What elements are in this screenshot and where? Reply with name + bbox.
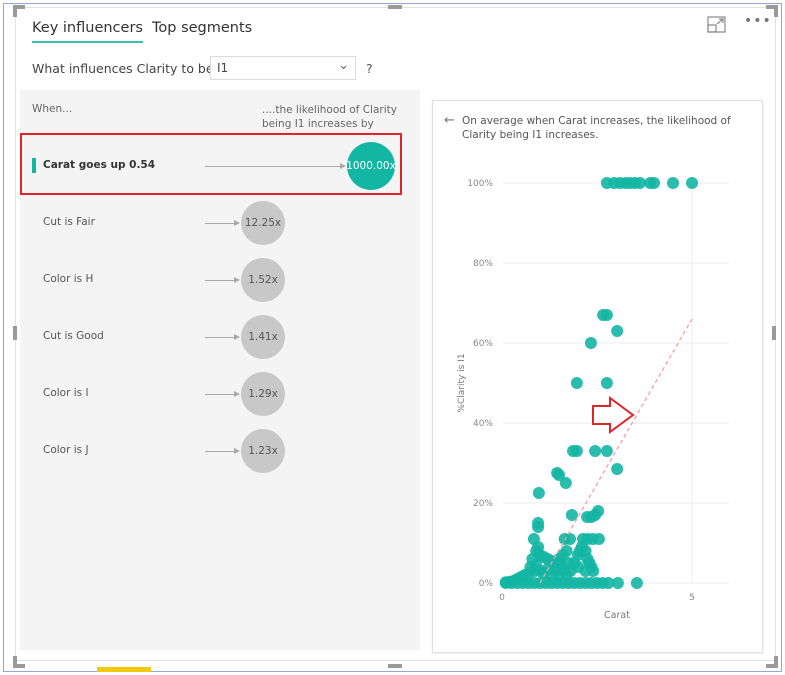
arrow-head-icon	[234, 334, 240, 340]
detail-description: On average when Carat increases, the lik…	[462, 115, 731, 141]
influencer-label: Cut is Good	[43, 330, 104, 342]
when-header: When...	[32, 103, 73, 115]
influencer-label: Cut is Fair	[43, 216, 95, 228]
likelihood-bubble: 1.41x	[241, 315, 285, 359]
y-tick-label: 20%	[473, 499, 493, 509]
focus-mode-icon[interactable]	[707, 16, 727, 34]
likelihood-bubble: 1.52x	[241, 258, 285, 302]
y-tick-label: 100%	[467, 179, 493, 189]
influencer-label: Color is H	[43, 273, 94, 285]
scatter-point	[630, 577, 643, 589]
resize-handle-right[interactable]	[772, 326, 776, 340]
influencer-label: Color is I	[43, 387, 89, 399]
x-tick-label: 0	[499, 593, 505, 603]
scatter-point	[600, 445, 613, 457]
y-axis-title: %Clarity is I1	[457, 353, 467, 412]
resize-handle-bottom-right[interactable]	[774, 656, 778, 668]
tab-key-influencers[interactable]: Key influencers	[32, 20, 143, 43]
arrow-line	[205, 394, 235, 395]
resize-handle-bottom[interactable]	[388, 664, 402, 668]
question-label: What influences Clarity to be	[32, 61, 214, 76]
influencer-row[interactable]: Color is H 1.52x	[0, 255, 420, 305]
y-tick-label: 60%	[473, 339, 493, 349]
arrow-line	[205, 280, 235, 281]
back-arrow-icon[interactable]: ←	[444, 113, 455, 128]
scatter-point	[568, 557, 581, 569]
highlight-box	[20, 133, 402, 195]
chevron-down-icon: ⌄	[338, 58, 349, 73]
resize-handle-top-right[interactable]	[774, 5, 778, 17]
scatter-point	[611, 325, 624, 337]
scatter-point	[611, 577, 624, 589]
tab-top-segments[interactable]: Top segments	[152, 20, 252, 36]
likelihood-header: ....the likelihood of Clarity being I1 i…	[262, 104, 397, 130]
arrow-line	[205, 451, 235, 452]
dropdown-selected-value: I1	[217, 61, 229, 75]
likelihood-bubble: 12.25x	[241, 201, 285, 245]
arrow-head-icon	[234, 220, 240, 226]
scatter-point	[592, 505, 605, 517]
scatter-point	[600, 309, 613, 321]
scatter-point	[570, 377, 583, 389]
scatter-point	[611, 463, 624, 475]
x-axis-title: Carat	[604, 610, 630, 621]
scatter-point	[560, 545, 573, 557]
scatter-point	[570, 445, 583, 457]
resize-handle-top-left[interactable]	[13, 5, 17, 17]
influencer-row[interactable]: Cut is Good 1.41x	[0, 312, 420, 362]
scatter-point	[532, 487, 545, 499]
scatter-point	[633, 177, 646, 189]
scatter-point	[592, 533, 605, 545]
scatter-point	[584, 337, 597, 349]
influencer-label: Color is J	[43, 444, 89, 456]
likelihood-bubble: 1.29x	[241, 372, 285, 416]
scatter-point	[532, 521, 545, 533]
resize-handle-top[interactable]	[388, 5, 402, 9]
arrow-head-icon	[234, 448, 240, 454]
scatter-point	[589, 445, 602, 457]
scatter-point	[667, 177, 679, 189]
arrow-head-icon	[234, 391, 240, 397]
question-mark: ?	[366, 61, 373, 76]
y-tick-label: 80%	[473, 259, 493, 269]
scatter-point	[600, 377, 613, 389]
clarity-value-dropdown[interactable]: I1 ⌄	[210, 56, 356, 80]
scatter-point	[559, 477, 572, 489]
arrow-line	[205, 223, 235, 224]
likelihood-bubble: 1.23x	[241, 429, 285, 473]
arrow-head-icon	[234, 277, 240, 283]
arrow-line	[205, 337, 235, 338]
influencer-row[interactable]: Color is J 1.23x	[0, 426, 420, 476]
y-tick-label: 40%	[473, 419, 493, 429]
annotation-arrow-icon	[592, 396, 635, 434]
influencer-row[interactable]: Cut is Fair 12.25x	[0, 198, 420, 248]
trend-line	[539, 318, 693, 584]
y-tick-label: 0%	[479, 579, 494, 589]
resize-handle-bottom-left[interactable]	[13, 656, 17, 668]
page-tab-indicator	[97, 667, 151, 672]
scatter-point	[686, 177, 698, 189]
influencer-row[interactable]: Color is I 1.29x	[0, 369, 420, 419]
more-options-icon[interactable]: •••	[744, 13, 772, 29]
scatter-chart: 0% 20% 40% 60% 80% 100% 0 5 Carat %Clarity is I1	[457, 177, 730, 621]
scatter-point	[648, 177, 660, 189]
x-tick-label: 5	[689, 593, 695, 603]
